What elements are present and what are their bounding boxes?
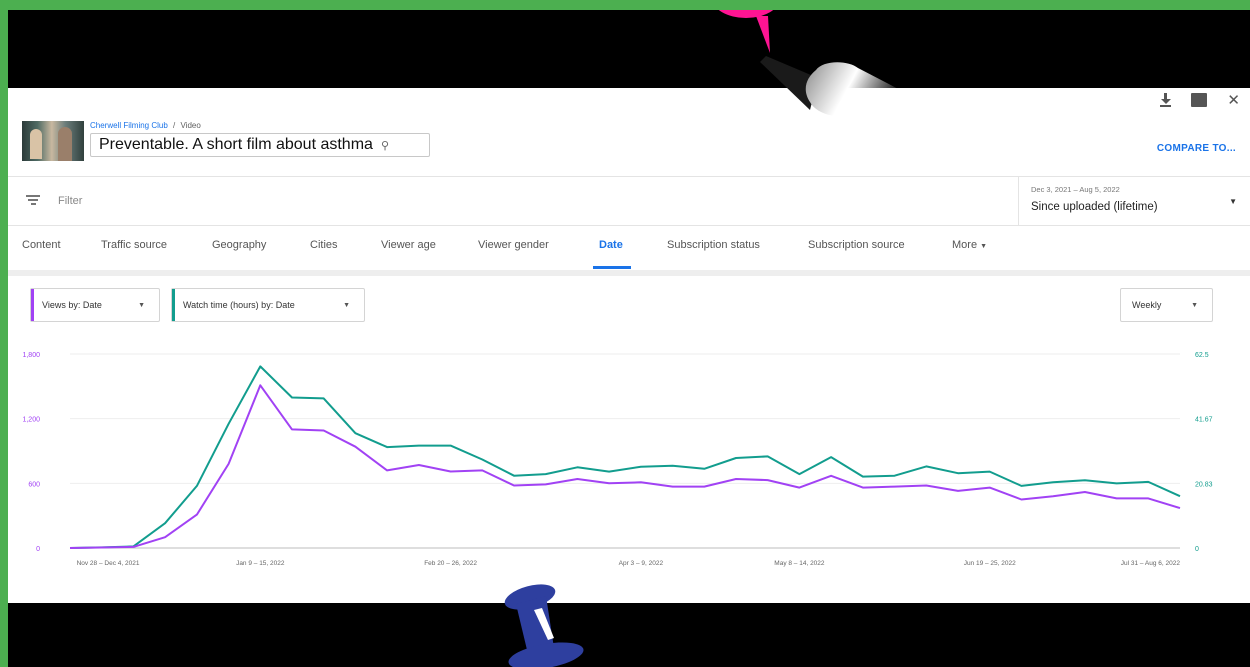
breadcrumb: Cherwell Filming Club / Video <box>90 121 201 130</box>
chevron-down-icon: ▼ <box>1229 197 1237 206</box>
primary-metric-label: Views by: Date <box>42 300 102 310</box>
tab-more-label: More <box>952 239 978 251</box>
right-axis-tick-label: 62.5 <box>1195 352 1209 359</box>
x-axis-tick-label: Jun 19 – 25, 2022 <box>964 560 1016 567</box>
tab-viewer-gender[interactable]: Viewer gender <box>478 239 549 251</box>
date-range-text: Dec 3, 2021 – Aug 5, 2022 <box>1031 185 1120 194</box>
left-axis-tick-label: 600 <box>28 481 40 488</box>
chevron-down-icon: ▼ <box>1191 301 1198 309</box>
date-range-label: Since uploaded (lifetime) <box>1031 201 1158 213</box>
primary-metric-selector[interactable]: Views by: Date ▼ <box>30 288 160 322</box>
tab-subscription-source[interactable]: Subscription source <box>808 239 905 251</box>
x-axis-tick-label: Jul 31 – Aug 6, 2022 <box>1121 560 1181 567</box>
tab-content[interactable]: Content <box>22 239 61 251</box>
date-range-selector[interactable]: Dec 3, 2021 – Aug 5, 2022 Since uploaded… <box>1018 177 1250 225</box>
tab-viewer-age[interactable]: Viewer age <box>381 239 436 251</box>
search-icon[interactable]: ⚲ <box>381 139 389 152</box>
breadcrumb-channel-link[interactable]: Cherwell Filming Club <box>90 121 168 130</box>
tab-date[interactable]: Date <box>599 239 623 251</box>
video-title: Preventable. A short film about asthma <box>99 136 373 153</box>
watch-time-series-line <box>69 365 1181 549</box>
right-axis-tick-label: 20.83 <box>1195 481 1213 488</box>
top-actions: ! ✕ <box>1160 91 1240 109</box>
active-tab-indicator <box>593 266 631 269</box>
tab-more[interactable]: More ▼ <box>952 239 987 251</box>
blue-pushpin-icon <box>504 584 584 667</box>
filter-bar: Filter Dec 3, 2021 – Aug 5, 2022 Since u… <box>8 176 1250 226</box>
tab-cities[interactable]: Cities <box>310 239 338 251</box>
pink-pushpin-icon <box>718 10 908 120</box>
feedback-icon[interactable]: ! <box>1191 92 1208 107</box>
filter-icon[interactable] <box>26 195 40 207</box>
left-axis-tick-label: 1,200 <box>22 417 40 424</box>
tab-subscription-status[interactable]: Subscription status <box>667 239 760 251</box>
dimension-tabs: Content Traffic source Geography Cities … <box>8 225 1250 271</box>
chevron-down-icon: ▼ <box>138 301 145 309</box>
compare-to-button[interactable]: COMPARE TO... <box>1157 143 1236 154</box>
section-divider <box>8 270 1250 276</box>
breadcrumb-separator: / <box>173 121 176 130</box>
interval-label: Weekly <box>1132 300 1162 310</box>
x-axis-tick-label: Jan 9 – 15, 2022 <box>236 560 285 567</box>
analytics-panel: Cherwell Filming Club / Video Preventabl… <box>8 88 1250 603</box>
x-axis-tick-label: Apr 3 – 9, 2022 <box>619 560 664 567</box>
x-axis-tick-label: Nov 28 – Dec 4, 2021 <box>77 560 140 567</box>
tab-geography[interactable]: Geography <box>212 239 266 251</box>
left-axis-tick-label: 0 <box>36 546 40 553</box>
right-axis-tick-label: 0 <box>1195 546 1199 553</box>
download-icon[interactable] <box>1160 93 1172 107</box>
left-axis-tick-label: 1,800 <box>22 352 40 359</box>
chevron-down-icon: ▼ <box>980 243 988 250</box>
screenshot-frame: Cherwell Filming Club / Video Preventabl… <box>8 10 1250 667</box>
secondary-metric-color <box>172 289 175 321</box>
chevron-down-icon: ▼ <box>343 301 350 309</box>
tab-traffic-source[interactable]: Traffic source <box>101 239 167 251</box>
video-selector[interactable]: Preventable. A short film about asthma ⚲ <box>90 133 430 157</box>
x-axis-tick-label: Feb 20 – 26, 2022 <box>424 560 477 567</box>
interval-selector[interactable]: Weekly ▼ <box>1120 288 1213 322</box>
secondary-metric-selector[interactable]: Watch time (hours) by: Date ▼ <box>171 288 365 322</box>
right-axis-tick-label: 41.67 <box>1195 417 1213 424</box>
breadcrumb-section: Video <box>180 121 201 130</box>
filter-input[interactable]: Filter <box>58 195 82 207</box>
close-icon[interactable]: ✕ <box>1227 91 1240 109</box>
x-axis-tick-label: May 8 – 14, 2022 <box>774 560 825 567</box>
secondary-metric-label: Watch time (hours) by: Date <box>183 300 295 310</box>
views-watchtime-chart: 0 0 600 20.83 1,200 41.67 1,800 62.5 Nov 28 – De… <box>22 352 1213 567</box>
primary-metric-color <box>31 289 34 321</box>
video-thumbnail[interactable] <box>22 121 84 161</box>
